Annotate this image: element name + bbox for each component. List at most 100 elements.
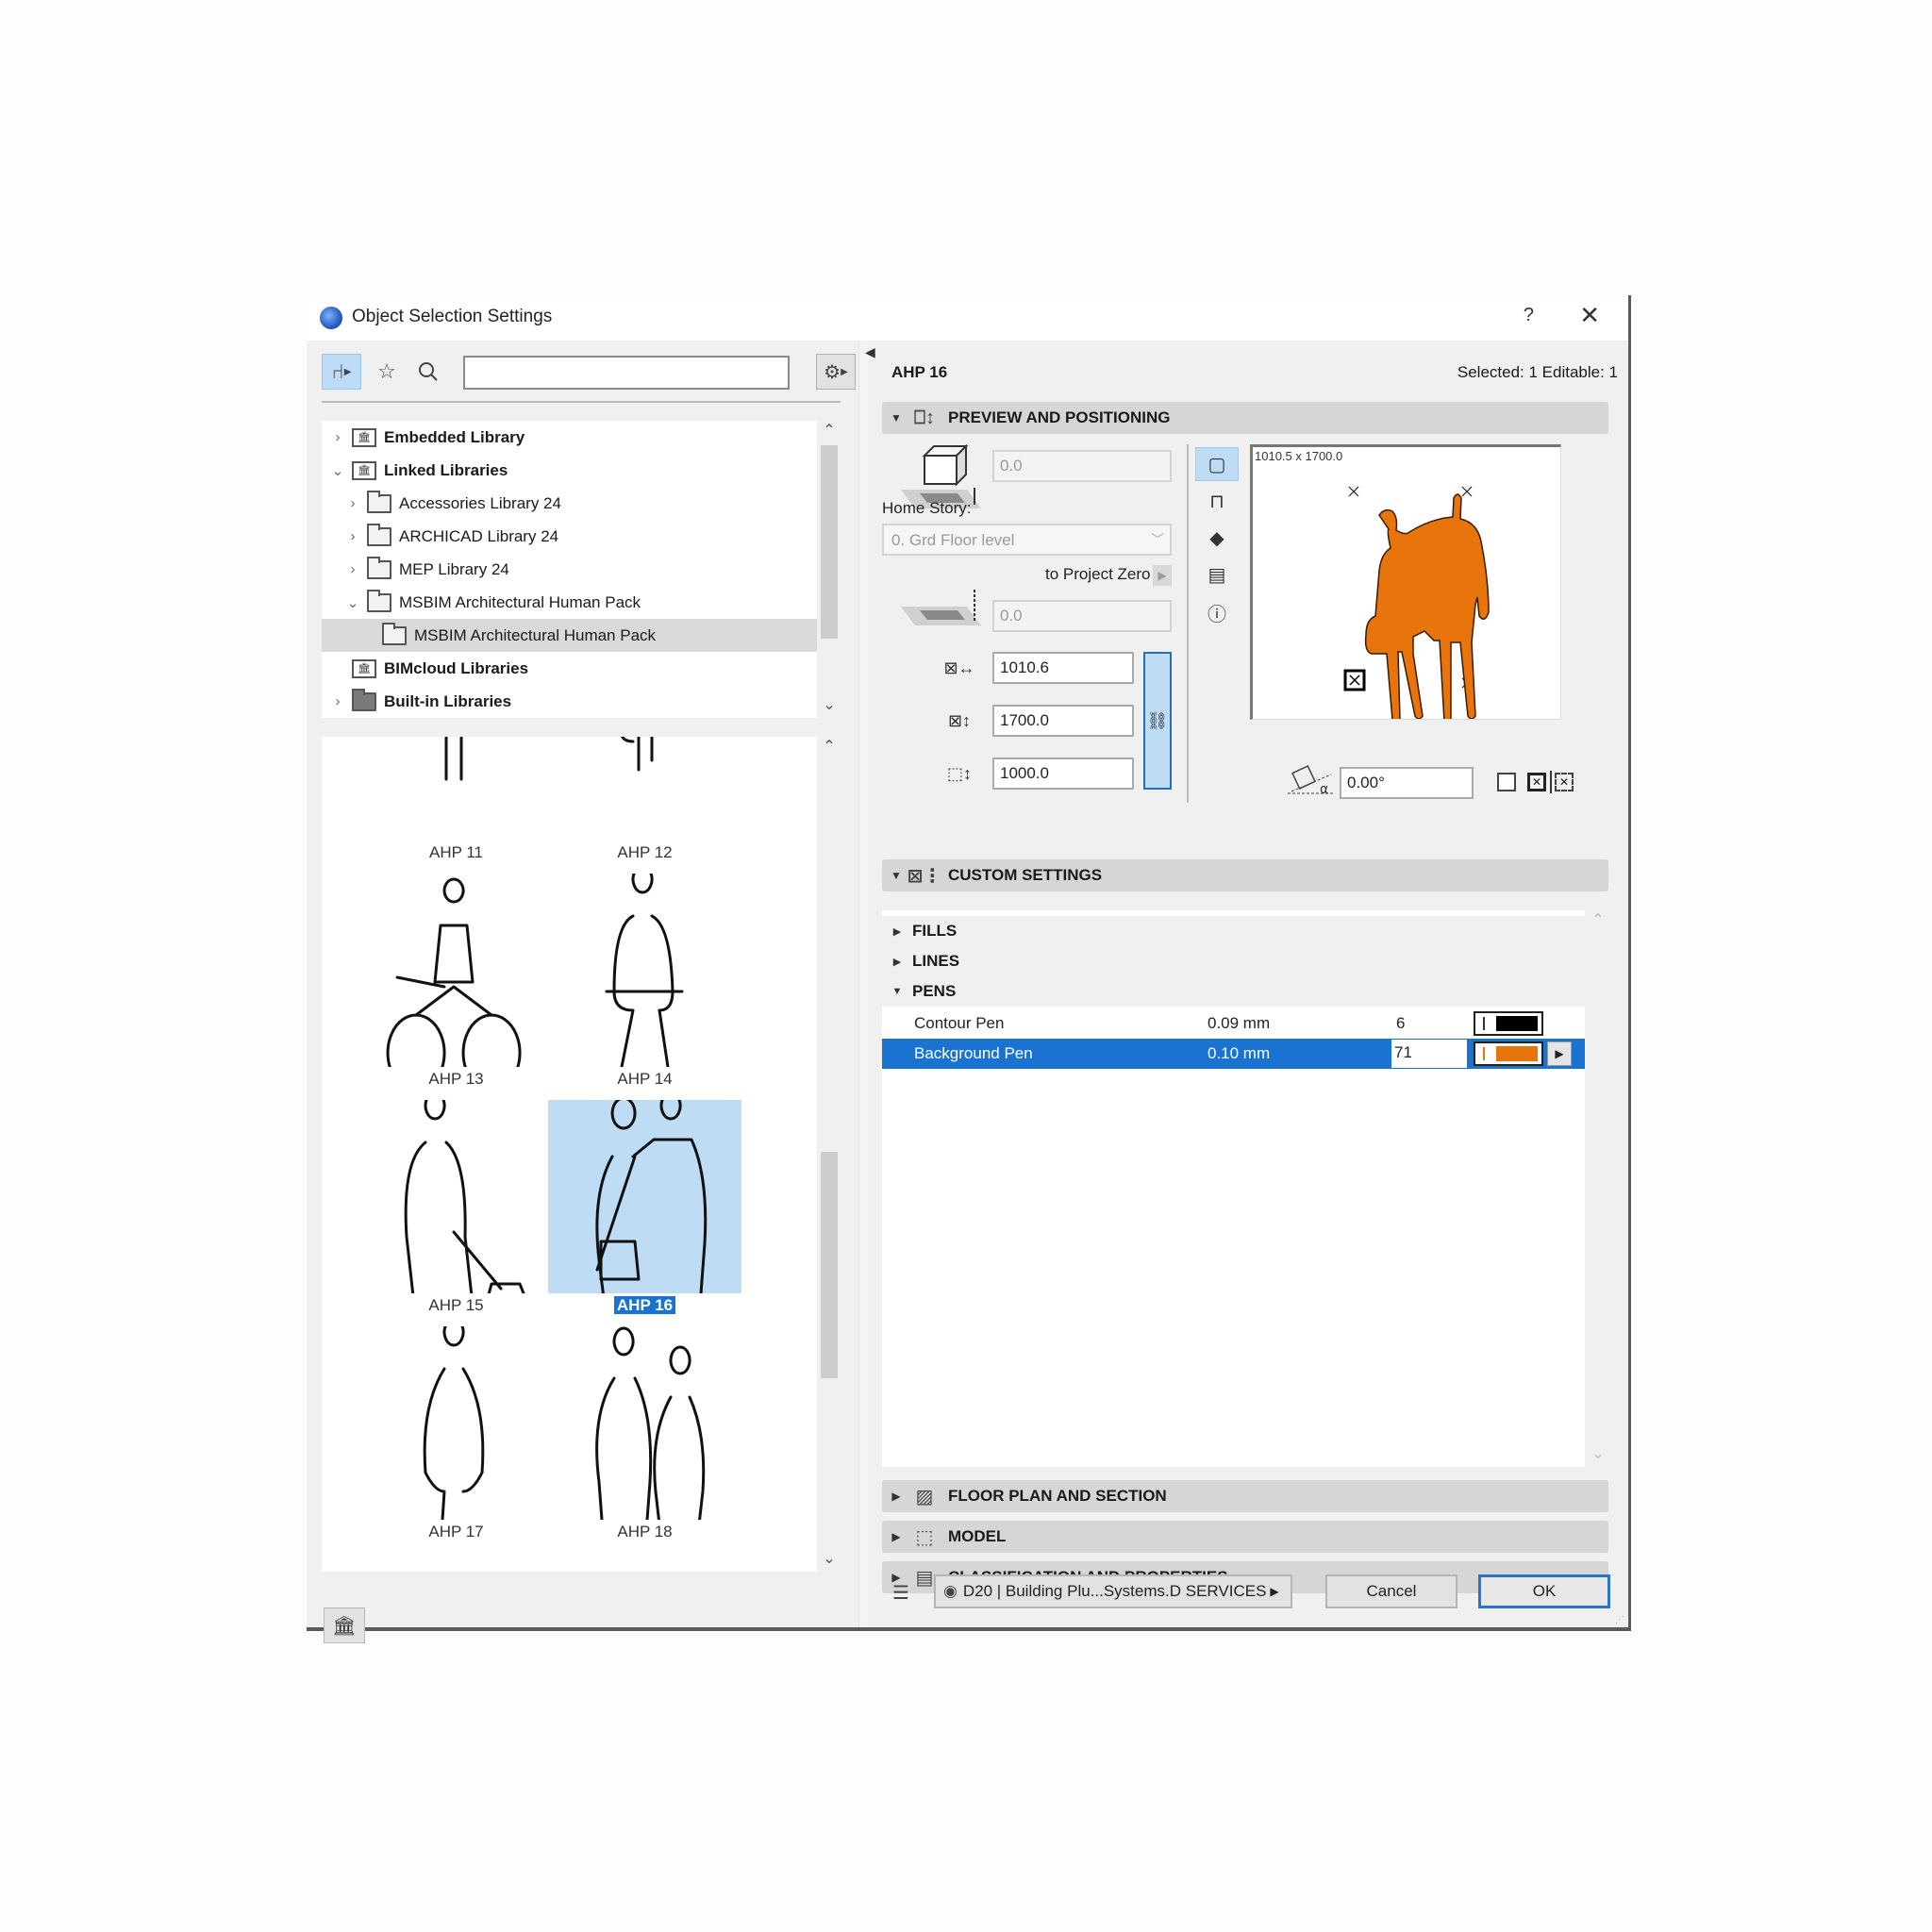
- pen-weight-tick: [1483, 1017, 1485, 1030]
- tree-item[interactable]: › Built-in Libraries: [322, 685, 817, 718]
- gallery-tile[interactable]: AHP 12: [548, 737, 741, 888]
- collapse-browser-icon[interactable]: ◀: [865, 344, 875, 360]
- chevron-down-icon[interactable]: ⌄: [819, 695, 840, 714]
- help-button[interactable]: ?: [1524, 305, 1534, 326]
- panel-model[interactable]: ▶ ⬚ MODEL: [882, 1521, 1608, 1553]
- gallery-tile[interactable]: AHP 11: [359, 737, 553, 888]
- pen-number[interactable]: 71: [1391, 1040, 1467, 1068]
- gallery-tile[interactable]: AHP 15: [359, 1100, 553, 1341]
- cancel-button[interactable]: Cancel: [1325, 1574, 1457, 1608]
- tree-item[interactable]: › MEP Library 24: [322, 553, 817, 586]
- tree-item[interactable]: 🏛 BIMcloud Libraries: [322, 652, 817, 685]
- tree-item[interactable]: MSBIM Architectural Human Pack: [322, 619, 817, 652]
- panel-title: FLOOR PLAN AND SECTION: [948, 1487, 1167, 1505]
- view-floor-plan-button[interactable]: ▢: [1195, 447, 1239, 481]
- pen-color-swatch[interactable]: [1474, 1011, 1543, 1036]
- settings-group-lines[interactable]: ▶ LINES: [882, 946, 1585, 976]
- gallery-scrollbar[interactable]: ⌃ ⌄: [819, 737, 840, 1572]
- home-story-select[interactable]: 0. Grd Floor level ﹀: [882, 524, 1172, 556]
- width-icon: ⊠↔: [943, 658, 975, 677]
- elevation-field[interactable]: [992, 450, 1172, 482]
- resize-grip[interactable]: ⋰: [1615, 1615, 1624, 1625]
- chevron-down-icon[interactable]: ⌄: [819, 1549, 840, 1568]
- chevron-up-icon[interactable]: ⌃: [1588, 910, 1608, 929]
- gallery-tile[interactable]: AHP 17: [359, 1326, 553, 1567]
- project-zero-icon: [901, 590, 981, 625]
- pane-divider[interactable]: [858, 341, 868, 1627]
- browser-settings-button[interactable]: ⚙ ▶: [816, 354, 856, 390]
- project-zero-menu-button[interactable]: ▶: [1153, 565, 1172, 586]
- height-field[interactable]: [992, 758, 1134, 790]
- info-button[interactable]: ⓘ: [1195, 595, 1239, 629]
- home-story-value: 0. Grd Floor level: [891, 531, 1015, 549]
- tree-item-label: Embedded Library: [384, 427, 525, 446]
- tree-item[interactable]: ⌄ 🏛 Linked Libraries: [322, 454, 817, 487]
- tree-item[interactable]: › ARCHICAD Library 24: [322, 520, 817, 553]
- tree-item[interactable]: › 🏛 Embedded Library: [322, 421, 817, 454]
- chevron-right-icon[interactable]: ›: [344, 528, 361, 544]
- tree-item-label: Accessories Library 24: [399, 493, 561, 512]
- custom-settings-scrollbar[interactable]: ⌃ ⌄: [1588, 910, 1608, 1467]
- close-button[interactable]: ✕: [1579, 301, 1600, 330]
- tree-item[interactable]: › Accessories Library 24: [322, 487, 817, 520]
- chevron-right-icon[interactable]: ›: [329, 429, 346, 445]
- tile-name: AHP 14: [617, 1070, 673, 1088]
- library-manager-button[interactable]: 🏛: [324, 1607, 365, 1643]
- project-zero-field[interactable]: [992, 600, 1172, 632]
- library-tree: › 🏛 Embedded Library ⌄ 🏛 Linked Libraries › Acc…: [322, 421, 817, 718]
- pen-row[interactable]: Contour Pen 0.09 mm 6: [882, 1008, 1585, 1039]
- chevron-right-icon[interactable]: ›: [329, 693, 346, 709]
- object-gallery: AHP 11 AHP 12 AHP 13 AHP 14 AHP 15 AHP 16 AHP …: [322, 737, 817, 1572]
- gallery-tile[interactable]: AHP 13: [359, 874, 553, 1114]
- gallery-tile[interactable]: AHP 14: [548, 874, 741, 1114]
- view-elevation-button[interactable]: ▤: [1195, 558, 1239, 591]
- tile-name: AHP 18: [617, 1523, 673, 1541]
- ok-button[interactable]: OK: [1478, 1574, 1610, 1608]
- title-bar: Object Selection Settings ? ✕: [307, 295, 1628, 341]
- chevron-down-icon[interactable]: ⌄: [1588, 1444, 1608, 1463]
- panel-preview-positioning[interactable]: ▼ ⎕↕ PREVIEW AND POSITIONING: [882, 402, 1608, 434]
- chevron-down-icon[interactable]: ⌄: [344, 594, 361, 611]
- pen-name: Background Pen: [914, 1044, 1033, 1062]
- anchor-center-button[interactable]: ✕: [1527, 773, 1546, 791]
- folder-icon: [367, 523, 391, 546]
- gallery-tile[interactable]: AHP 16: [548, 1100, 741, 1341]
- window-title: Object Selection Settings: [352, 307, 553, 326]
- settings-group-pens[interactable]: ▼ PENS: [882, 976, 1585, 1007]
- settings-group-fills[interactable]: ▶ FILLS: [882, 916, 1585, 946]
- gallery-tile[interactable]: AHP 18: [548, 1326, 741, 1567]
- link-proportions-button[interactable]: ⛓: [1143, 652, 1172, 790]
- gallery-tile-label: AHP 14: [548, 1070, 741, 1089]
- layer-select-button[interactable]: ◉ D20 | Building Plu...Systems.D SERVICE…: [934, 1574, 1292, 1608]
- tree-scroll-thumb[interactable]: [821, 445, 838, 639]
- gallery-scroll-thumb[interactable]: [821, 1152, 838, 1378]
- chevron-right-icon[interactable]: ›: [344, 495, 361, 511]
- chain-link-icon: ⛓: [1146, 710, 1169, 730]
- chevron-down-icon[interactable]: ⌄: [329, 462, 346, 479]
- search-button[interactable]: [412, 354, 444, 390]
- tree-item[interactable]: ⌄ MSBIM Architectural Human Pack: [322, 586, 817, 619]
- panel-floor-plan-and-section[interactable]: ▶ ▨ FLOOR PLAN AND SECTION: [882, 1480, 1608, 1512]
- pen-color-swatch[interactable]: [1474, 1041, 1543, 1066]
- pen-row[interactable]: Background Pen 0.10 mm 71 ▶: [882, 1039, 1585, 1069]
- human-figure-icon: [386, 877, 522, 1067]
- view-3d-button[interactable]: ◆: [1195, 521, 1239, 555]
- tree-scrollbar[interactable]: ⌃ ⌄: [819, 421, 840, 718]
- depth-field[interactable]: [992, 705, 1134, 737]
- view-section-button[interactable]: ⊓: [1195, 484, 1239, 518]
- panel-custom-settings[interactable]: ▼ ⊠⋮ CUSTOM SETTINGS: [882, 859, 1608, 891]
- object-browser-button[interactable]: ⑁ ▶: [322, 354, 361, 390]
- rotation-field[interactable]: [1340, 767, 1474, 799]
- search-input[interactable]: [463, 356, 790, 390]
- anchor-none-button[interactable]: [1497, 773, 1516, 791]
- chevron-up-icon[interactable]: ⌃: [819, 421, 840, 440]
- library-browser-pane: ⑁ ▶ ☆ ⚙ ▶ › 🏛 Embedded Library ⌄ 🏛 Linked Libra…: [307, 341, 858, 1643]
- anchor-mirror-button[interactable]: ✕: [1555, 773, 1574, 791]
- width-field[interactable]: [992, 652, 1134, 684]
- favorites-button[interactable]: ☆: [371, 354, 403, 390]
- triangle-down-icon: ▼: [891, 411, 902, 425]
- gallery-tile-label: AHP 11: [359, 843, 553, 862]
- chevron-up-icon[interactable]: ⌃: [819, 737, 840, 756]
- chevron-right-icon[interactable]: ›: [344, 561, 361, 577]
- pen-picker-button[interactable]: ▶: [1547, 1041, 1572, 1066]
